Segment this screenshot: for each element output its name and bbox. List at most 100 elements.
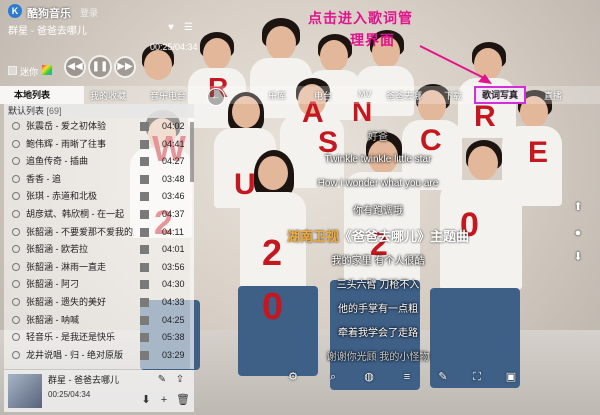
add-icon[interactable]: +	[158, 394, 170, 406]
playlist-row[interactable]: 鲍伟辉 - 雨晰了往事 04:41	[4, 137, 194, 153]
song-name: 张韶涵 - 淋雨一直走	[26, 261, 106, 272]
mv-icon[interactable]	[140, 139, 149, 149]
playlist-row[interactable]: 张韶涵 - 阿刁 04:30	[4, 277, 194, 293]
mv-icon[interactable]	[140, 350, 149, 360]
desktop-lyric-checkbox[interactable]	[8, 66, 17, 75]
play-status-icon	[12, 122, 20, 130]
play-status-icon	[12, 227, 20, 236]
mv-icon[interactable]	[140, 157, 149, 167]
fullscreen-icon[interactable]: ⛶	[470, 370, 484, 384]
back-arrow-icon[interactable]: ←	[207, 88, 225, 106]
playlist-row[interactable]: 张琪 - 赤道和北极 03:46	[4, 189, 194, 205]
song-duration: 04:27	[162, 156, 185, 167]
tab-favorites[interactable]: 我的收藏	[90, 89, 126, 102]
song-duration: 04:01	[162, 244, 185, 255]
song-duration: 04:41	[162, 138, 185, 149]
photo-icon[interactable]: ▣	[504, 370, 518, 384]
heart-icon[interactable]: ♥	[168, 22, 174, 33]
pause-button[interactable]: ❚❚	[88, 55, 112, 79]
playlist-count: [69]	[46, 106, 62, 116]
tab-lyric-photo[interactable]: 歌词写真	[474, 86, 527, 104]
song-name: 轻音乐 - 是我还是快乐	[26, 332, 115, 343]
current-lyric-highlight: 湖南卫视	[286, 229, 339, 244]
tab-music-library[interactable]: 乐库	[268, 89, 286, 102]
mv-icon[interactable]	[140, 192, 149, 202]
playlist-scrollbar[interactable]	[190, 118, 194, 369]
playlist-row[interactable]: 香香 - 追 03:48	[4, 172, 194, 188]
mv-icon[interactable]	[140, 174, 149, 184]
song-duration: 04:02	[162, 121, 185, 131]
login-link[interactable]: 登录	[80, 6, 98, 19]
mv-icon[interactable]	[140, 245, 149, 255]
playlist-row[interactable]: 张韶涵 - 遗失的美好 04:33	[4, 295, 194, 311]
download-icon[interactable]: ⬇	[140, 394, 152, 406]
delete-icon[interactable]: 🗑	[176, 394, 190, 406]
settings-gear-icon[interactable]: ⚙	[286, 370, 300, 384]
song-duration: 05:38	[162, 332, 185, 343]
mv-icon[interactable]	[140, 333, 149, 343]
lyric-line: 你有跑调哦	[353, 206, 403, 217]
playlist-row[interactable]: 张韶涵 - 淋雨一直走 03:56	[4, 260, 194, 276]
player-controls: 群星 - 爸爸去哪儿 ♥ ☰ 00:25/04:34 迷你 ◀◀ ❚❚ ▶▶	[4, 20, 198, 82]
play-time: 00:25/04:34	[150, 42, 198, 52]
pen-icon[interactable]: ✎	[436, 370, 450, 384]
previous-button[interactable]: ◀◀	[64, 56, 86, 78]
play-status-icon	[12, 262, 20, 271]
mv-icon[interactable]	[140, 227, 149, 237]
mv-icon[interactable]	[140, 122, 149, 131]
mv-icon[interactable]	[140, 298, 149, 307]
tab-radio-2[interactable]: 电台	[314, 89, 332, 102]
playlist-row[interactable]: 胡彦斌、韩欣桐 - 在一起 04:37	[4, 207, 194, 223]
menu-icon[interactable]: ☰	[184, 22, 193, 33]
playlist-row[interactable]: 张韶涵 - 呐喊 04:25	[4, 313, 194, 329]
song-duration: 04:25	[162, 314, 185, 325]
lyric-line: 好爸	[368, 132, 388, 143]
tab-mv[interactable]: MV	[358, 89, 372, 99]
play-status-icon	[12, 174, 20, 183]
song-duration: 03:29	[162, 349, 185, 360]
song-name: 张韶涵 - 欧若拉	[26, 244, 88, 255]
playlist-row[interactable]: 龙井说唱 - 归 - 绝对原版 03:29	[4, 348, 194, 364]
mv-icon[interactable]	[140, 262, 149, 272]
share-icon[interactable]: ⇪	[174, 374, 186, 386]
lyric-down-arrow-icon[interactable]: ⬇	[571, 250, 585, 264]
lyric-line: 他的手掌有一点粗	[338, 304, 418, 315]
skin-icon[interactable]	[42, 65, 52, 75]
tab-download[interactable]: 下载	[444, 89, 462, 102]
lyric-reset-dot-icon[interactable]: ●	[571, 226, 585, 240]
tab-radio[interactable]: 音乐电台	[150, 89, 186, 102]
main-nav: 本地列表 我的收藏 音乐电台 乐库 电台 MV 爸爸去哪 下载 歌词写真 直播	[0, 86, 600, 104]
lyric-list-icon[interactable]: ≡	[400, 370, 414, 384]
playlist-row[interactable]: 张韶涵 - 欧若拉 04:01	[4, 242, 194, 258]
annotation-text-line1: 点击进入歌词管	[308, 11, 413, 27]
edit-icon[interactable]: ✎	[156, 374, 168, 386]
mv-icon[interactable]	[140, 210, 149, 219]
mv-icon[interactable]	[140, 315, 149, 325]
mv-icon[interactable]	[140, 280, 149, 290]
playlist-row[interactable]: 张韶涵 - 不要爱那不爱我的人 04:11	[4, 225, 194, 241]
tab-local-list[interactable]: 本地列表	[0, 86, 84, 104]
song-name: 胡彦斌、韩欣桐 - 在一起	[26, 209, 124, 219]
search-lyric-icon[interactable]: ⌕	[326, 370, 340, 384]
playlist-row[interactable]: 轻音乐 - 是我还是快乐 05:38	[4, 330, 194, 346]
playlist-header[interactable]: 默认列表 [69]	[4, 104, 194, 118]
play-status-icon	[12, 210, 20, 218]
song-name: 张韶涵 - 不要爱那不爱我的人	[26, 226, 134, 237]
current-lyric-line: 湖南卫视《爸爸去哪儿》主题曲	[198, 226, 558, 245]
song-duration: 04:30	[162, 279, 185, 290]
playlist-row[interactable]: 追鱼传奇 - 插曲 04:27	[4, 154, 194, 170]
tab-live[interactable]: 直播	[544, 89, 562, 102]
playlist-row[interactable]: 张震岳 - 爱之初体验 04:02	[4, 119, 194, 135]
song-name: 张韶涵 - 呐喊	[26, 314, 79, 325]
next-button[interactable]: ▶▶	[114, 56, 136, 78]
song-duration: 04:33	[162, 297, 185, 307]
tab-song-info[interactable]: 爸爸去哪	[386, 89, 422, 102]
song-duration: 04:37	[162, 209, 185, 219]
lyric-up-arrow-icon[interactable]: ⬆	[571, 200, 585, 214]
song-name: 张震岳 - 爱之初体验	[26, 121, 106, 131]
lyric-line: Twinkle twinkle little star	[324, 154, 432, 165]
palette-icon[interactable]: ◍	[362, 370, 376, 384]
play-status-icon	[12, 350, 20, 359]
title-bar: K 酷狗音乐 登录	[0, 0, 600, 22]
lyric-line: 谢谢你光顾 我的小怪物	[326, 352, 430, 363]
